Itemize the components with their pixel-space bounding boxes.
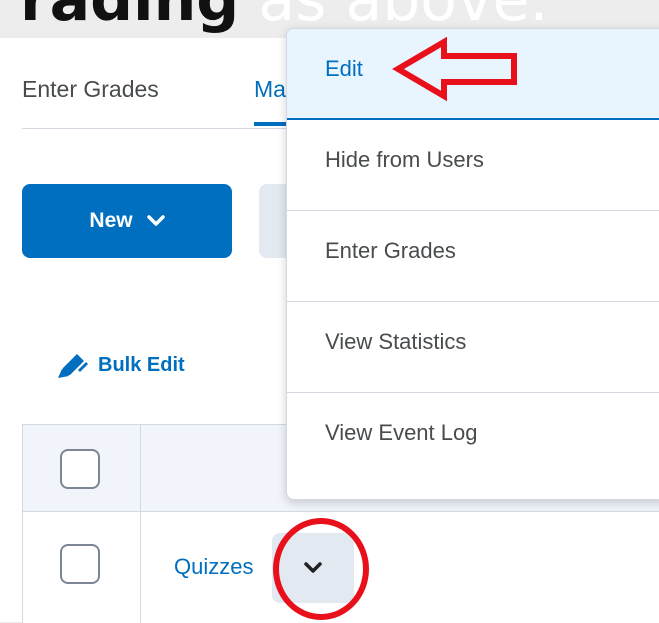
select-all-checkbox[interactable]	[60, 449, 100, 489]
tab-manage-grades[interactable]: Ma	[254, 76, 286, 103]
new-button[interactable]: New	[22, 184, 232, 258]
menu-item-hide-from-users[interactable]: Hide from Users	[287, 120, 659, 211]
arrow-annotation	[392, 36, 517, 102]
pencil-icon	[58, 354, 88, 378]
menu-item-view-statistics[interactable]: View Statistics	[287, 302, 659, 393]
bulk-edit-label: Bulk Edit	[98, 353, 185, 376]
menu-item-view-event-log[interactable]: View Event Log	[287, 393, 659, 484]
menu-item-label: Hide from Users	[325, 147, 484, 172]
chevron-down-icon	[146, 215, 165, 226]
headline-bold-text: rading	[20, 0, 240, 35]
row-checkbox[interactable]	[60, 544, 100, 584]
new-button-label: New	[89, 209, 133, 232]
menu-item-label: View Statistics	[325, 329, 467, 354]
grade-item-link[interactable]: Quizzes	[174, 554, 269, 580]
menu-item-label: Edit	[325, 56, 363, 81]
menu-item-label: Enter Grades	[325, 238, 456, 263]
bulk-edit-button[interactable]: Bulk Edit	[56, 350, 185, 380]
table-border-left	[22, 425, 23, 623]
tab-enter-grades[interactable]: Enter Grades	[22, 76, 159, 103]
menu-item-enter-grades[interactable]: Enter Grades	[287, 211, 659, 302]
circle-annotation	[273, 518, 369, 620]
menu-item-label: View Event Log	[325, 420, 478, 445]
column-divider	[140, 425, 141, 623]
